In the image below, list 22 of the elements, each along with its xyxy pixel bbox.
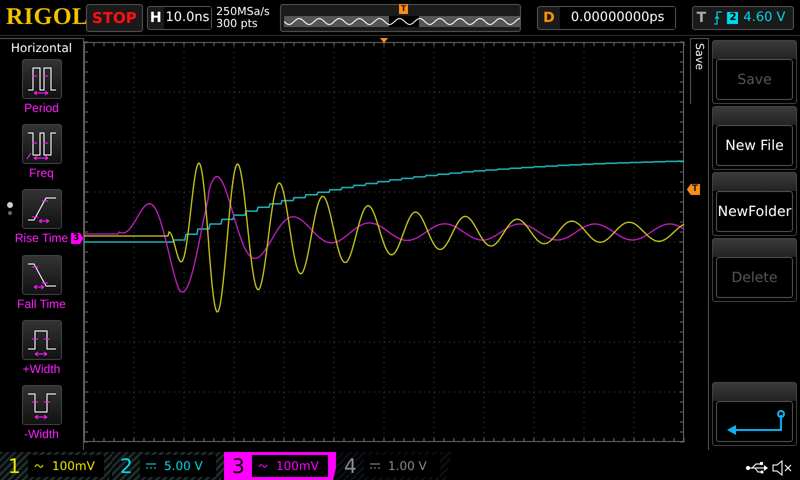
menu-button[interactable]: New File (712, 106, 797, 170)
menu-title: Save (693, 43, 706, 72)
measure-label: Period (24, 101, 59, 115)
trigger-position-marker: T (398, 4, 408, 14)
timebase-display[interactable]: H 10.0ns (146, 6, 212, 30)
measure-label: Rise Time (14, 231, 68, 246)
sample-rate: 250MSa/s (216, 6, 271, 18)
measure-label: +Width (22, 362, 60, 376)
run-stop-status[interactable]: STOP (86, 4, 143, 32)
delay-display[interactable]: D 0.00000000ps (536, 6, 676, 30)
trigger-source: 2 (727, 12, 738, 24)
trigger-level: 4.60 V (743, 10, 786, 25)
trigger-display[interactable]: T 2 4.60 V (692, 6, 794, 30)
channel-tab[interactable]: 4 1.00 V (336, 452, 452, 480)
trigger-level-marker: T (686, 184, 700, 195)
channel-marker: 3 (71, 233, 84, 244)
measure-label: Freq (29, 166, 54, 180)
memory-depth: 300 pts (216, 18, 259, 30)
panel-title: Horizontal (10, 41, 72, 55)
measure-label: -Width (24, 426, 59, 441)
menu-button[interactable]: NewFolder (712, 172, 797, 236)
measure-label: Fall Time (17, 296, 66, 311)
